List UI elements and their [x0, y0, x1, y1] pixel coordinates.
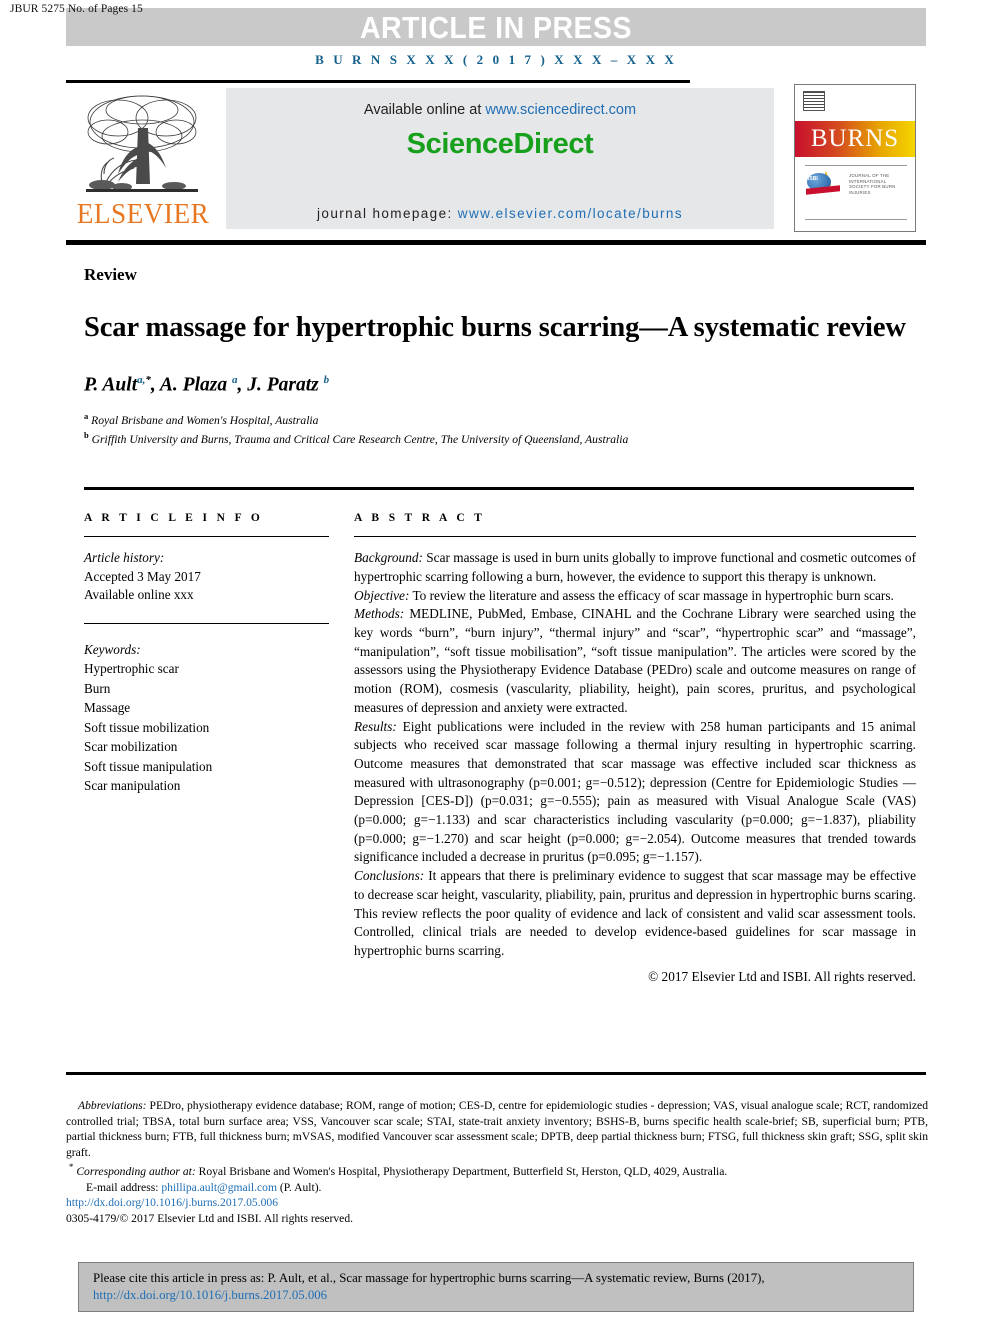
cover-rule-lower	[805, 219, 907, 220]
abstract-section-text: It appears that there is preliminary evi…	[354, 868, 916, 958]
available-online-line: Available online at www.sciencedirect.co…	[226, 102, 774, 118]
author-affil-marker: a	[231, 374, 238, 386]
abbreviations-text: PEDro, physiotherapy evidence database; …	[66, 1099, 928, 1159]
abstract-paragraph: Background: Scar massage is used in burn…	[354, 549, 916, 586]
elsevier-logo: ELSEVIER	[68, 88, 218, 232]
cover-title-band: BURNS	[795, 121, 915, 157]
email-label: E-mail address:	[86, 1180, 162, 1194]
list-item: Scar mobilization	[84, 739, 178, 755]
abstract-paragraph: Methods: MEDLINE, PubMed, Embase, CINAHL…	[354, 605, 916, 717]
keywords-list: Keywords: Hypertrophic scar Burn Massage…	[84, 640, 329, 796]
affiliation-marker: b	[84, 429, 89, 440]
abstract-paragraph: Conclusions: It appears that there is pr…	[354, 867, 916, 961]
journal-cover-thumbnail: BURNS ISBI JOURNAL OF THE INTERNATIONAL …	[794, 84, 916, 232]
abstract-section-label: Results:	[354, 718, 397, 734]
abstract-section-text: To review the literature and assess the …	[409, 587, 894, 603]
abstract-copyright: © 2017 Elsevier Ltd and ISBI. All rights…	[648, 968, 916, 984]
article-info-column: A R T I C L E I N F O Article history: A…	[84, 512, 329, 796]
abstract-body: Background: Scar massage is used in burn…	[354, 549, 916, 986]
abstract-section-text: MEDLINE, PubMed, Embase, CINAHL and the …	[354, 606, 916, 715]
abstract-section-label: Objective:	[354, 587, 410, 603]
abstract-section-text: Scar massage is used in burn units globa…	[354, 550, 916, 584]
corresponding-author-label: Corresponding author at:	[76, 1165, 196, 1179]
article-type-label: Review	[84, 265, 137, 284]
list-item: Scar manipulation	[84, 778, 181, 794]
abstract-section-label: Conclusions:	[354, 868, 425, 884]
journal-homepage-line: journal homepage: www.elsevier.com/locat…	[226, 206, 774, 221]
article-first-page: ARTICLE IN PRESS JBUR 5275 No. of Pages …	[0, 0, 992, 1323]
page-title: Scar massage for hypertrophic burns scar…	[84, 312, 906, 343]
elsevier-tree-icon	[86, 95, 198, 192]
abbreviations-paragraph: Abbreviations: PEDro, physiotherapy evid…	[66, 1098, 928, 1160]
abstract-paragraph: Results: Eight publications were include…	[354, 718, 916, 868]
corresponding-author-marker: *	[68, 1162, 74, 1173]
cite-text: Please cite this article in press as: P.…	[79, 1263, 913, 1304]
article-history-label: Article history:	[84, 550, 165, 566]
list-item: Soft tissue mobilization	[84, 719, 210, 735]
sciencedirect-wordmark: ScienceDirect	[406, 128, 594, 160]
article-history-online: Available online xxx	[84, 587, 194, 603]
cover-society-text: JOURNAL OF THE INTERNATIONAL SOCIETY FOR…	[849, 173, 896, 195]
journal-homepage-link[interactable]: www.elsevier.com/locate/burns	[458, 206, 683, 221]
abstract-rule	[354, 536, 916, 538]
article-info-separator	[84, 622, 329, 624]
available-online-prefix: Available online at	[363, 102, 486, 118]
masthead-top-rule	[66, 80, 690, 83]
corresponding-author-paragraph: * Corresponding author at: Royal Brisban…	[66, 1160, 928, 1179]
elsevier-wordmark: ELSEVIER	[76, 198, 210, 230]
affiliation-text: Griffith University and Burns, Trauma an…	[91, 432, 629, 446]
journal-reference-line: B U R N S X X X ( 2 0 1 7 ) X X X – X X …	[315, 52, 677, 67]
journal-masthead: ELSEVIER Available online at www.science…	[66, 80, 926, 232]
affiliation-line: a Royal Brisbane and Women's Hospital, A…	[84, 409, 914, 428]
article-in-press-label: ARTICLE IN PRESS	[359, 10, 633, 45]
abstract-section-text: Eight publications were included in the …	[354, 718, 916, 865]
cover-rule-upper	[805, 165, 907, 166]
journal-homepage-prefix: journal homepage:	[317, 206, 458, 221]
cite-doi-link[interactable]: http://dx.doi.org/10.1016/j.burns.2017.0…	[93, 1288, 327, 1302]
title-block: Review Scar massage for hypertrophic bur…	[84, 265, 914, 447]
footnote-block: Abbreviations: PEDro, physiotherapy evid…	[66, 1098, 928, 1227]
sciencedirect-banner: Available online at www.sciencedirect.co…	[226, 88, 774, 229]
affiliation-text: Royal Brisbane and Women's Hospital, Aus…	[91, 413, 319, 427]
issn-paragraph: 0305-4179/© 2017 Elsevier Ltd and ISBI. …	[66, 1212, 354, 1226]
article-history-block: Article history: Accepted 3 May 2017 Ava…	[84, 549, 329, 605]
abstract-column: A B S T R A C T Background: Scar massage…	[354, 512, 916, 986]
sciencedirect-url-link[interactable]: www.sciencedirect.com	[485, 102, 636, 118]
keywords-label: Keywords:	[84, 641, 141, 657]
author-list: P. Aulta,*, A. Plaza a, J. Paratz b	[84, 374, 330, 396]
abstract-paragraph: Objective: To review the literature and …	[354, 587, 916, 606]
article-info-heading: A R T I C L E I N F O	[84, 512, 264, 524]
manuscript-code: JBUR 5275 No. of Pages 15	[10, 3, 143, 15]
isbi-society-logo-icon: ISBI	[806, 171, 843, 197]
masthead-bottom-rule	[66, 240, 926, 245]
abstract-heading: A B S T R A C T	[354, 512, 486, 524]
email-link[interactable]: phillipa.ault@gmail.com	[161, 1181, 277, 1194]
affiliation-line: b Griffith University and Burns, Trauma …	[84, 428, 914, 447]
article-history-accepted: Accepted 3 May 2017	[84, 568, 201, 584]
cover-journal-title: BURNS	[810, 125, 900, 152]
email-suffix: (P. Ault).	[277, 1180, 322, 1194]
footnote-rule	[66, 1072, 926, 1075]
doi-link[interactable]: http://dx.doi.org/10.1016/j.burns.2017.0…	[66, 1196, 278, 1209]
title-bottom-rule	[84, 487, 914, 490]
corresponding-author-text: Royal Brisbane and Women's Hospital, Phy…	[195, 1165, 728, 1179]
article-info-rule	[84, 536, 329, 538]
article-in-press-banner: ARTICLE IN PRESS	[66, 8, 926, 46]
abstract-section-label: Background:	[354, 550, 423, 566]
corresponding-author-marker: *	[145, 374, 151, 386]
list-item: Hypertrophic scar	[84, 661, 179, 677]
doi-paragraph: http://dx.doi.org/10.1016/j.burns.2017.0…	[66, 1195, 928, 1211]
email-paragraph: E-mail address: phillipa.ault@gmail.com …	[66, 1180, 928, 1196]
author-affil-marker: b	[323, 374, 330, 386]
list-item: Massage	[84, 700, 131, 716]
list-item: Soft tissue manipulation	[84, 758, 213, 774]
abstract-section-label: Methods:	[354, 606, 405, 622]
cover-publisher-mark-icon	[803, 91, 825, 111]
abbreviations-label: Abbreviations:	[78, 1099, 147, 1112]
cite-this-article-box: Please cite this article in press as: P.…	[78, 1262, 914, 1312]
cite-sentence: Please cite this article in press as: P.…	[93, 1271, 765, 1285]
affiliation-marker: a	[84, 410, 89, 421]
isbi-label: ISBI	[808, 176, 818, 182]
list-item: Burn	[84, 680, 111, 696]
